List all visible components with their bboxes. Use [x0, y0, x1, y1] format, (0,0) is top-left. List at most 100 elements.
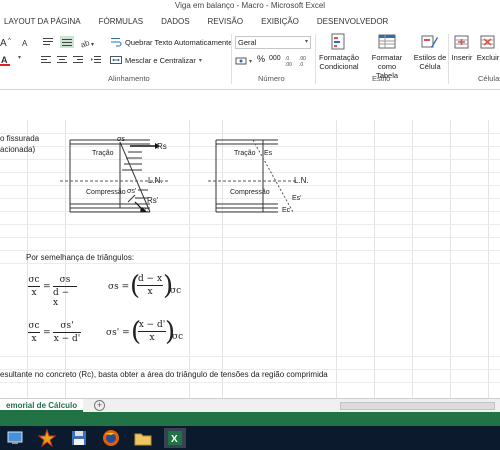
taskbar-app-star[interactable] — [36, 428, 58, 448]
formula3-lhs: σc x — [28, 321, 40, 344]
font-increase-icon: A ^ — [0, 38, 11, 48]
indent-icon — [91, 56, 101, 63]
tab-formulas[interactable]: FÓRMULAS — [99, 17, 143, 26]
fraction-bar — [137, 285, 163, 286]
align-center-icon — [57, 56, 67, 63]
formula3-eq: = — [43, 328, 51, 338]
formula3-lhs-den: x — [31, 334, 37, 344]
chevron-down-icon: ▾ — [249, 58, 253, 65]
taskbar-excel[interactable]: X — [164, 428, 186, 448]
align-top-button[interactable] — [42, 36, 54, 48]
taskbar-folder[interactable] — [132, 428, 154, 448]
similar-triangles-text: Por semelhança de triângulos: — [26, 253, 135, 262]
align-middle-icon — [60, 36, 74, 48]
tab-page-layout[interactable]: LAYOUT DA PÁGINA — [4, 17, 81, 26]
formula1-rhs: σs d − x — [53, 275, 77, 308]
svg-text:^: ^ — [8, 38, 11, 44]
decrease-indent-button[interactable] — [90, 54, 102, 66]
currency-button[interactable]: ▾ — [235, 55, 252, 67]
taskbar-firefox[interactable] — [100, 428, 122, 448]
svg-text:X: X — [171, 434, 178, 445]
percent-button[interactable]: % — [257, 54, 265, 64]
font-color-icon: A — [0, 55, 10, 66]
align-left-icon — [41, 56, 51, 63]
bold-button[interactable]: A — [0, 54, 14, 66]
number-format-value: Geral — [238, 38, 257, 47]
delete-button[interactable]: Excluir — [476, 33, 500, 62]
merge-center-button[interactable]: Mesclar e Centralizar ▾ — [110, 54, 202, 66]
status-bar — [0, 412, 500, 426]
sheet-tab-bar: emorial de Cálculo + — [0, 398, 500, 412]
delete-cells-icon — [480, 35, 495, 49]
formula3-rhs-den: x − d' — [53, 334, 81, 344]
cell-styles-button[interactable]: Estilos de Célula — [413, 33, 447, 71]
align-left-button[interactable] — [40, 54, 52, 66]
taskbar-network[interactable] — [4, 428, 26, 448]
strain-diagram — [208, 139, 298, 213]
divider — [448, 34, 449, 84]
format-as-table-button[interactable]: Formatar como Tabela — [363, 33, 411, 80]
taskbar: X — [0, 426, 500, 450]
group-label-styles: Estilo — [372, 74, 391, 83]
group-label-number: Número — [258, 74, 285, 83]
orientation-button[interactable]: ab ▾ — [80, 36, 98, 48]
thousands-button[interactable]: 000 — [269, 55, 281, 62]
wrap-text-button[interactable]: Quebrar Texto Automaticamente — [110, 36, 232, 48]
taskbar-save[interactable] — [68, 428, 90, 448]
svg-text:▾: ▾ — [91, 42, 94, 48]
tab-review[interactable]: REVISÃO — [208, 17, 244, 26]
label-tracao-2: Tração — [234, 150, 256, 157]
insert-cells-icon — [454, 35, 469, 49]
label-es-prime: Es' — [292, 195, 302, 202]
merge-center-label: Mesclar e Centralizar — [125, 55, 196, 65]
label-sigma-s: σs — [117, 136, 125, 143]
add-sheet-button[interactable]: + — [94, 400, 105, 411]
stress-diagram — [60, 139, 170, 213]
fraction-bar — [53, 286, 77, 287]
number-format-select[interactable]: Geral ▾ — [235, 36, 311, 49]
formula1-lhs-den: x — [31, 288, 37, 298]
ribbon: A ^ A ab ▾ Quebrar Texto Automaticamente A… — [0, 30, 500, 90]
insert-label: Inserir — [451, 53, 473, 62]
label-compressao-2: Compressão — [230, 189, 270, 196]
window-title: Viga em balanço - Macro - Microsoft Exce… — [0, 0, 500, 12]
wrap-text-label: Quebrar Texto Automaticamente — [125, 37, 233, 47]
align-middle-button[interactable] — [60, 36, 74, 48]
chevron-down-icon: ▾ — [198, 57, 202, 64]
increase-decimal-button[interactable]: .0.00 — [285, 55, 297, 67]
align-center-button[interactable] — [56, 54, 68, 66]
formula4-num: x − d' — [138, 320, 166, 330]
rc-text: esultante no concreto (Rc), basta obter … — [0, 370, 328, 379]
formula4-den: x — [149, 333, 155, 343]
increase-decimal-icon: .0.00 — [285, 56, 292, 67]
decrease-decimal-button[interactable]: .00.0 — [299, 55, 311, 67]
label-rs: Rs — [157, 142, 167, 151]
grid-line — [0, 382, 500, 383]
excel-icon: X — [168, 431, 182, 445]
font-size-increase-button[interactable]: A ^ — [0, 36, 20, 48]
align-right-button[interactable] — [72, 54, 84, 66]
currency-icon — [235, 57, 247, 65]
cell-styles-icon — [421, 35, 438, 48]
formula2-den: x — [147, 287, 153, 297]
conditional-format-button[interactable]: Formatação Condicional — [317, 33, 361, 71]
sheet-tab-memorial[interactable]: emorial de Cálculo — [0, 399, 84, 412]
label-es: Es — [264, 150, 273, 157]
font-color-dropdown[interactable]: ▾ — [18, 54, 21, 61]
divider — [315, 34, 316, 84]
formula2-num: d − x — [137, 274, 163, 284]
save-disk-icon — [72, 431, 86, 445]
tab-developer[interactable]: DESENVOLVEDOR — [317, 17, 388, 26]
tab-data[interactable]: DADOS — [161, 17, 189, 26]
formula1-rhs-den: d − x — [53, 288, 70, 308]
folder-icon — [134, 433, 152, 446]
label-tracao: Tração — [92, 150, 114, 157]
formula1-rhs-num: σs — [59, 275, 71, 285]
group-label-cells: Células — [478, 74, 500, 83]
insert-button[interactable]: Inserir — [450, 33, 474, 62]
divider — [231, 34, 232, 84]
horizontal-scrollbar[interactable] — [340, 402, 495, 410]
font-size-decrease-button[interactable]: A — [22, 36, 38, 48]
grid-line — [0, 224, 500, 225]
tab-view[interactable]: EXIBIÇÃO — [261, 17, 299, 26]
